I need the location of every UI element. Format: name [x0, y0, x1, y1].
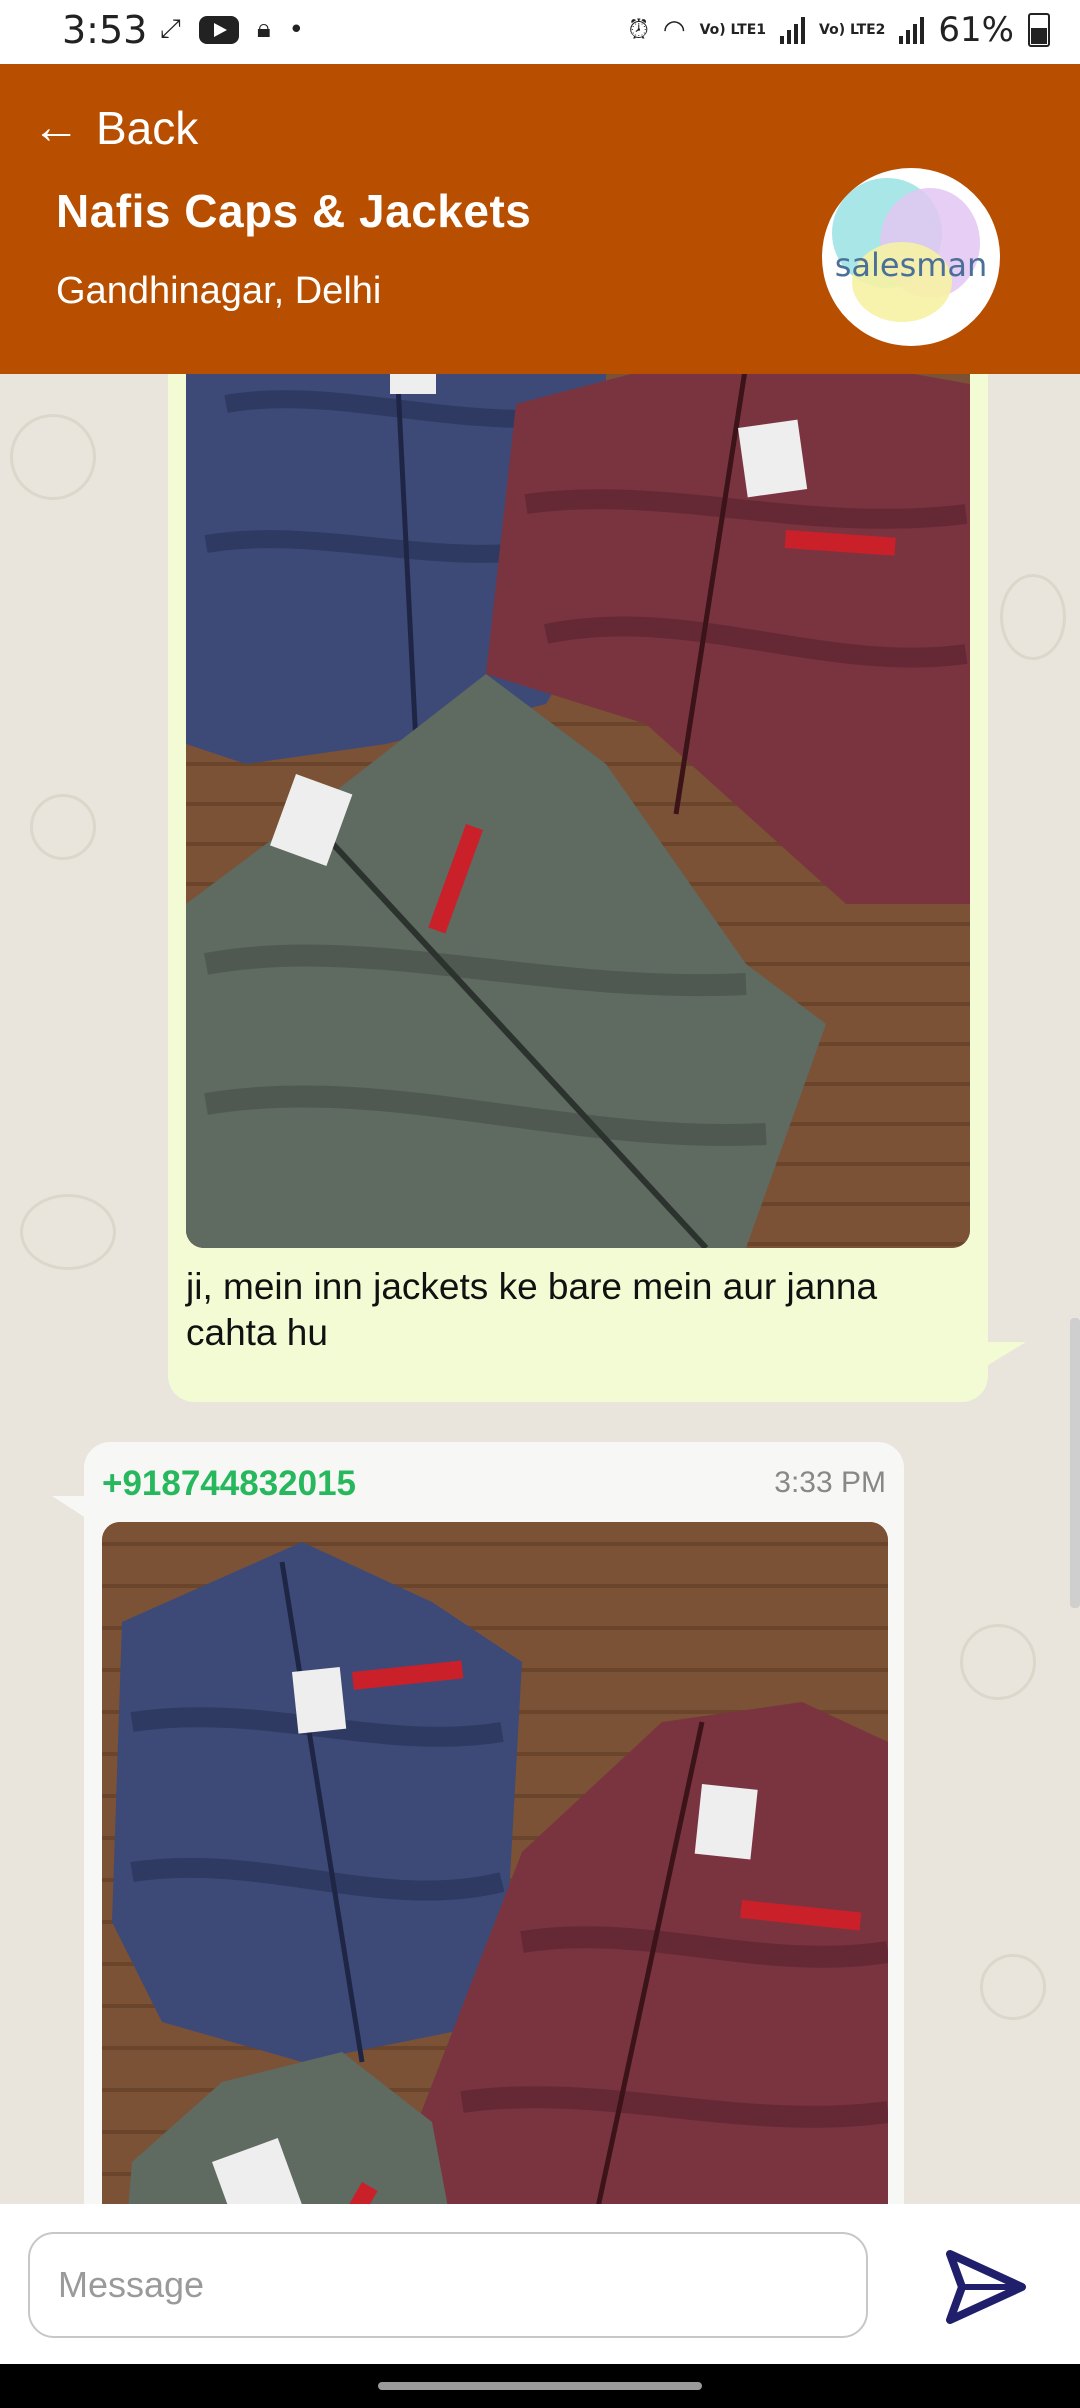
- system-nav-bar: [0, 2364, 1080, 2408]
- battery-icon: [1028, 13, 1050, 47]
- network1-label: Vo) LTE1: [699, 22, 766, 38]
- dot-icon: •: [288, 14, 304, 45]
- back-button[interactable]: ← Back: [32, 100, 198, 155]
- alarm-icon: ⏰︎: [628, 14, 649, 45]
- notification-icons: ⤢ 🔒︎ •: [160, 14, 304, 45]
- message-input[interactable]: [28, 2232, 868, 2338]
- send-button[interactable]: [940, 2242, 1030, 2332]
- home-handle[interactable]: [378, 2382, 702, 2390]
- youtube-icon: [198, 15, 239, 44]
- scrollbar[interactable]: [1070, 1318, 1080, 1608]
- wifi-icon: ◠: [662, 15, 686, 45]
- avatar[interactable]: salesman: [822, 168, 1000, 346]
- status-time: 3:53: [62, 8, 148, 52]
- avatar-text: salesman: [834, 246, 988, 284]
- system-icons: ⏰︎ ◠ Vo) LTE1 Vo) LTE2 61%: [629, 10, 1050, 50]
- outgoing-message[interactable]: ji, mein inn jackets ke bare mein aur ja…: [168, 374, 988, 1402]
- send-icon: [946, 2250, 1026, 2324]
- jackets-photo[interactable]: [186, 374, 970, 1248]
- lock-icon: 🔒︎: [256, 14, 271, 44]
- signal1-icon: [780, 16, 805, 44]
- status-bar: 3:53 ⤢ 🔒︎ • ⏰︎ ◠ Vo) LTE1 Vo) LTE2 61%: [0, 0, 1080, 64]
- jackets-photo[interactable]: [102, 1522, 888, 2204]
- shop-name: Nafis Caps & Jackets: [56, 185, 532, 237]
- chat-area[interactable]: ji, mein inn jackets ke bare mein aur ja…: [0, 374, 1080, 2204]
- incoming-message[interactable]: +918744832015 3:33 PM: [84, 1442, 904, 2204]
- sender-phone[interactable]: +918744832015: [102, 1464, 356, 1504]
- jackets-image: [186, 374, 970, 1248]
- link-icon: ⤢: [160, 14, 181, 44]
- message-text: ji, mein inn jackets ke bare mein aur ja…: [186, 1266, 878, 1353]
- shop-location: Gandhinagar, Delhi: [56, 270, 382, 312]
- network2-label: Vo) LTE2: [819, 22, 886, 38]
- chat-header: ← Back Nafis Caps & Jackets Gandhinagar,…: [0, 64, 1080, 374]
- message-time: 3:33 PM: [774, 1466, 886, 1499]
- back-label: Back: [96, 101, 199, 154]
- back-arrow-icon: ←: [32, 101, 80, 154]
- signal2-icon: [899, 16, 925, 44]
- bubble-tail: [980, 1342, 1026, 1370]
- composer-bar: [0, 2204, 1080, 2364]
- jackets-image: [102, 1522, 888, 2204]
- battery-percent: 61%: [938, 10, 1014, 50]
